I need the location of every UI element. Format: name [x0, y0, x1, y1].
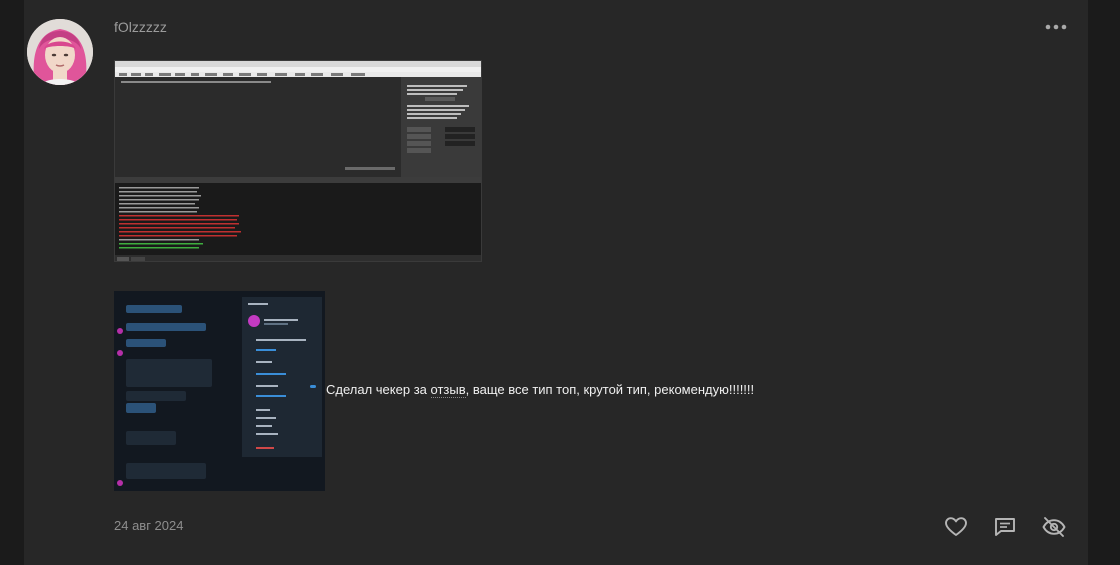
avatar-image — [27, 19, 93, 85]
more-dots-icon — [1045, 24, 1067, 30]
comment-icon — [995, 518, 1015, 536]
post-date: 24 авг 2024 — [114, 518, 184, 533]
eye-off-icon — [1042, 517, 1066, 537]
post-card: fOlzzzzz Сделал чекер за отзыв, ваще все… — [24, 0, 1088, 565]
more-options-button[interactable] — [1042, 16, 1070, 38]
avatar[interactable] — [27, 19, 93, 85]
author-username[interactable]: fOlzzzzz — [114, 19, 167, 35]
attachment-1-picture — [115, 61, 481, 261]
like-button[interactable] — [943, 514, 969, 540]
hide-button[interactable] — [1041, 514, 1067, 540]
post-message: Сделал чекер за отзыв, ваще все тип топ,… — [326, 382, 755, 398]
message-text-end: , ваще все тип топ, крутой тип, рекоменд… — [465, 382, 755, 397]
reply-button[interactable] — [992, 514, 1018, 540]
message-text-start: Сделал чекер за — [326, 382, 431, 397]
attachment-image-2[interactable] — [114, 291, 325, 491]
heart-icon — [945, 517, 967, 536]
attachment-image-1[interactable] — [114, 60, 482, 262]
message-link-review[interactable]: отзыв — [430, 382, 466, 398]
attachment-2-picture — [114, 291, 325, 491]
